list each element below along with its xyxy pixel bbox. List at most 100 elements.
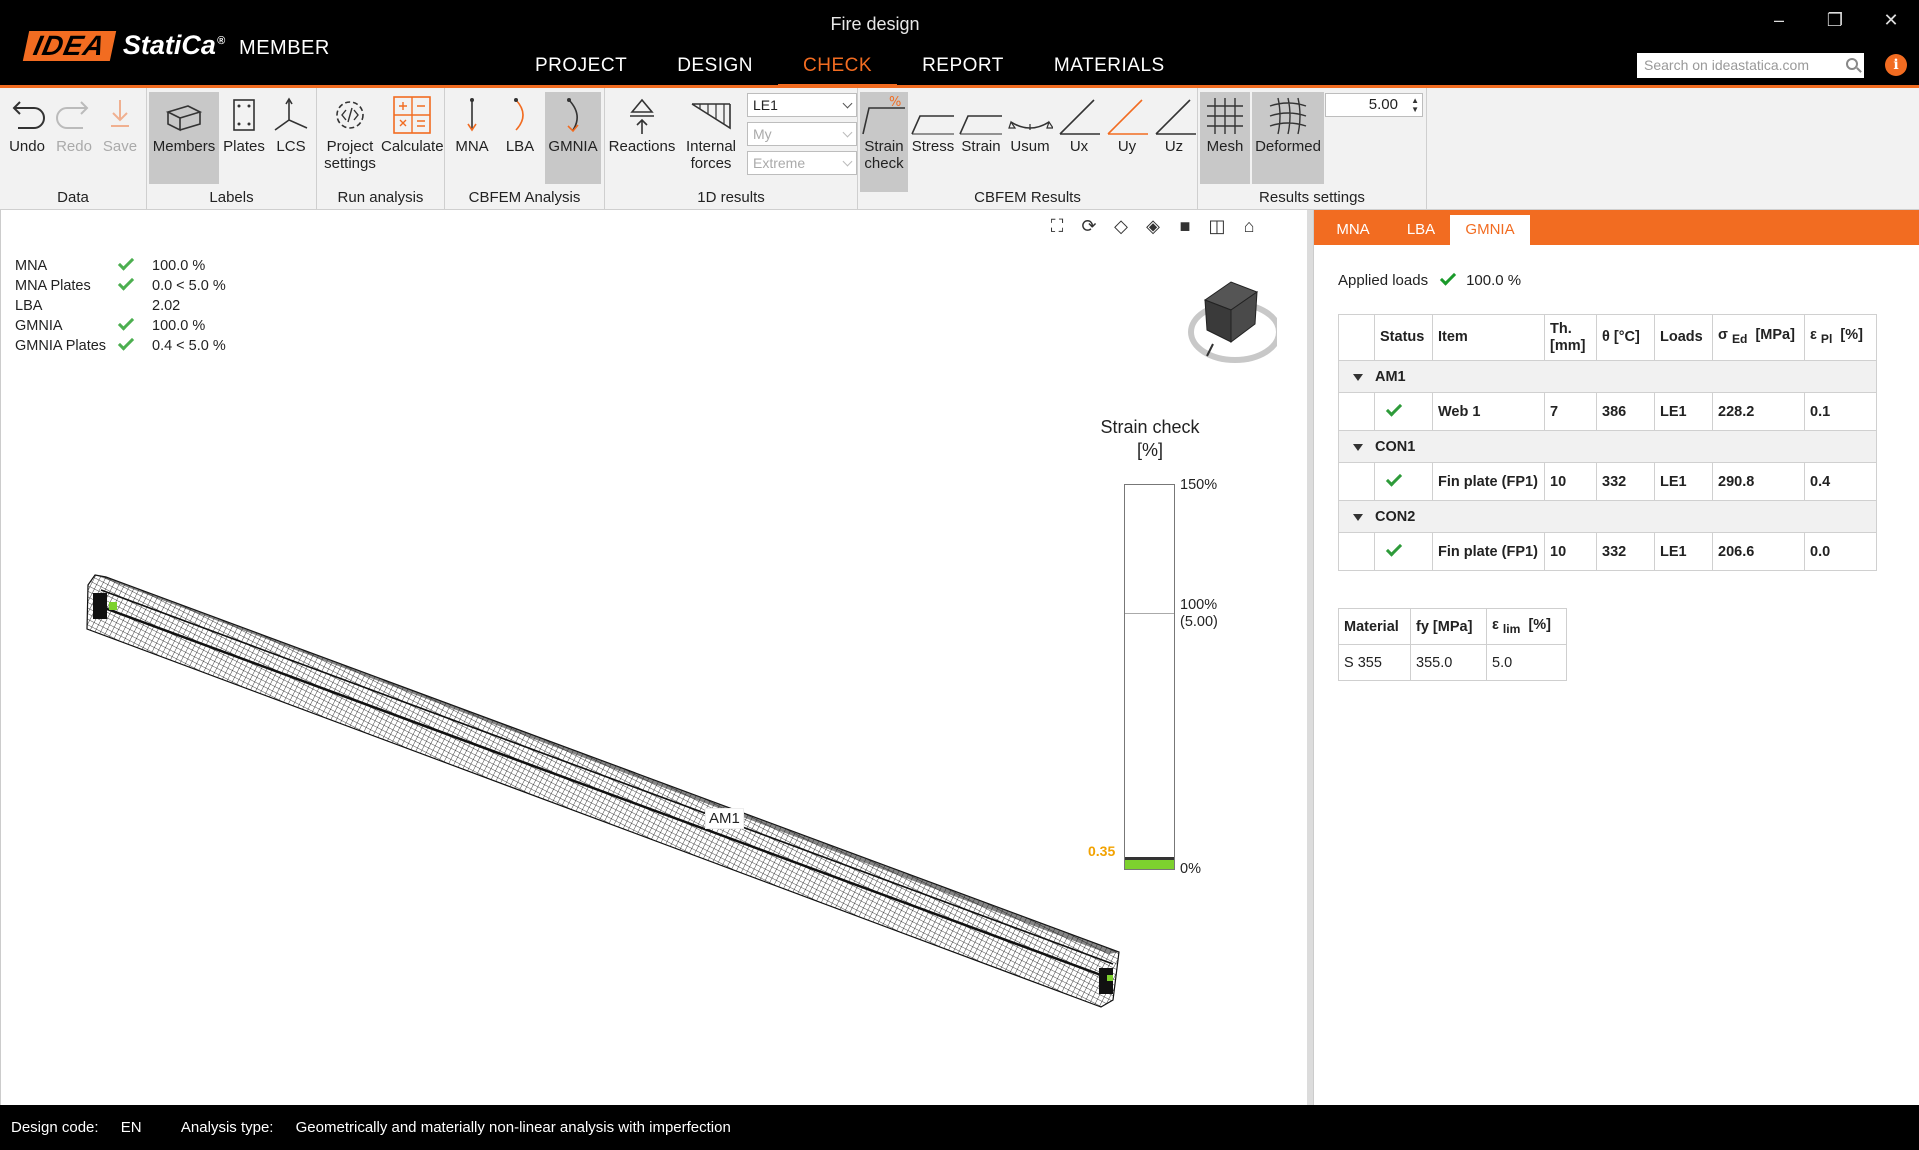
- gmnia-icon: [567, 98, 579, 133]
- rotate-view-icon[interactable]: ⟳: [1076, 216, 1102, 238]
- undo-button[interactable]: Undo: [4, 92, 50, 184]
- summary-row: GMNIA 100.0 %: [15, 314, 226, 336]
- extreme-select[interactable]: Extreme: [747, 151, 857, 175]
- spinner-arrows-icon[interactable]: ▲ ▼: [1411, 96, 1419, 114]
- usum-button[interactable]: Usum: [1006, 92, 1054, 184]
- table-header: Status Item Th. [mm] θ [°C] Loads σ Ed [M…: [1338, 314, 1877, 361]
- load-case-select[interactable]: LE1: [747, 93, 857, 117]
- applied-loads: Applied loads 100.0 %: [1338, 269, 1521, 289]
- ux-icon: [1059, 99, 1100, 135]
- reactions-button[interactable]: Reactions: [607, 92, 677, 184]
- close-button[interactable]: ✕: [1863, 10, 1919, 31]
- group-labels: Members Plates LCS Labels: [147, 88, 317, 210]
- strain-button[interactable]: Strain: [958, 92, 1004, 184]
- section-view-icon[interactable]: ◫: [1204, 216, 1230, 238]
- force-select[interactable]: My: [747, 122, 857, 146]
- legend-color-bar: [1124, 484, 1175, 870]
- group-run-analysis: Project settings Calculate Run analysis: [317, 88, 445, 210]
- group-label-cbfem: CBFEM Analysis: [468, 189, 581, 206]
- uy-icon: [1107, 99, 1148, 135]
- table-row[interactable]: Fin plate (FP1) 10 332 LE1 290.8 0.4: [1338, 462, 1877, 501]
- legend-current-fill: [1125, 857, 1174, 869]
- viewport-toolbar: ⛶ ⟳ ◇ ◈ ■ ◫ ⌂: [1044, 216, 1262, 238]
- lcs-button[interactable]: LCS: [269, 92, 313, 184]
- table-row[interactable]: Web 1 7 386 LE1 228.2 0.1: [1338, 392, 1877, 431]
- material-table: Material fy [MPa] ε lim [%] S 355 355.0 …: [1338, 608, 1567, 681]
- analysis-summary: MNA 100.0 % MNA Plates 0.0 < 5.0 % LBA 2.02…: [15, 254, 226, 356]
- ux-button[interactable]: Ux: [1056, 92, 1102, 184]
- menu-report[interactable]: REPORT: [897, 52, 1029, 88]
- mesh-button[interactable]: Mesh: [1200, 92, 1250, 184]
- check-icon: [117, 254, 135, 271]
- group-label-1d: 1D results: [697, 189, 765, 206]
- chevron-down-icon: [842, 98, 853, 109]
- menu-design[interactable]: DESIGN: [652, 52, 778, 88]
- menu-project[interactable]: PROJECT: [510, 52, 652, 88]
- transparent-view-icon[interactable]: ◈: [1140, 216, 1166, 238]
- home-view-icon[interactable]: ⌂: [1236, 216, 1262, 238]
- member-label[interactable]: AM1: [705, 808, 744, 829]
- save-button[interactable]: Save: [98, 92, 142, 184]
- table-row[interactable]: S 355 355.0 5.0: [1338, 644, 1567, 681]
- group-label-results-settings: Results settings: [1259, 189, 1365, 206]
- solid-view-icon[interactable]: ■: [1172, 216, 1198, 238]
- status-bar: Design code: EN Analysis type: Geometric…: [0, 1105, 1919, 1150]
- internal-forces-button[interactable]: Internal forces: [679, 92, 743, 192]
- mna-button[interactable]: MNA: [449, 92, 495, 184]
- uz-button[interactable]: Uz: [1152, 92, 1196, 184]
- group-cbfem-results: % Strain check Stress Strain Usum Ux Uy …: [858, 88, 1198, 210]
- undo-icon: [12, 101, 45, 129]
- group-data: Undo Redo Save Data: [0, 88, 147, 210]
- svg-text:%: %: [889, 95, 901, 110]
- legend-tick-mid-value: (5.00): [1180, 614, 1218, 630]
- calculator-icon: [393, 96, 431, 134]
- tab-lba[interactable]: LBA: [1392, 215, 1450, 245]
- restore-button[interactable]: ❐: [1807, 10, 1863, 31]
- mesh-icon: [1207, 98, 1243, 134]
- table-group-row[interactable]: CON1: [1338, 430, 1877, 463]
- ribbon: Undo Redo Save Data Members Plates LCS L…: [0, 88, 1919, 210]
- collapse-triangle-icon[interactable]: [1353, 373, 1363, 381]
- tab-mna[interactable]: MNA: [1314, 215, 1392, 245]
- title-bar: IDEA StatiCa® MEMBER Fire design – ❐ ✕ P…: [0, 0, 1919, 88]
- check-icon: [117, 274, 135, 291]
- gmnia-button[interactable]: GMNIA: [545, 92, 601, 184]
- search-icon[interactable]: [1846, 58, 1858, 70]
- wireframe-view-icon[interactable]: ◇: [1108, 216, 1134, 238]
- redo-icon: [56, 101, 89, 129]
- minimize-button[interactable]: –: [1751, 10, 1807, 31]
- internal-forces-icon: [691, 103, 731, 130]
- view-cube[interactable]: [1185, 270, 1277, 370]
- menu-materials[interactable]: MATERIALS: [1029, 52, 1190, 88]
- strain-check-icon: %: [862, 95, 905, 135]
- deformation-scale-input[interactable]: 5.00 ▲ ▼: [1325, 93, 1423, 117]
- deformed-icon: [1269, 97, 1307, 135]
- members-button[interactable]: Members: [149, 92, 219, 184]
- collapse-triangle-icon[interactable]: [1353, 513, 1363, 521]
- stress-button[interactable]: Stress: [910, 92, 956, 184]
- calculate-button[interactable]: Calculate: [381, 92, 444, 184]
- menu-check[interactable]: CHECK: [778, 52, 898, 88]
- check-icon: [1439, 269, 1457, 286]
- summary-row: LBA 2.02: [15, 298, 181, 314]
- deformed-button[interactable]: Deformed: [1252, 92, 1324, 184]
- group-1d-results: Reactions Internal forces LE1 My Extreme…: [605, 88, 858, 210]
- collapse-triangle-icon[interactable]: [1353, 443, 1363, 451]
- plates-button[interactable]: Plates: [221, 92, 267, 184]
- main-menu: PROJECT DESIGN CHECK REPORT MATERIALS: [510, 52, 1190, 88]
- table-row[interactable]: Fin plate (FP1) 10 332 LE1 206.6 0.0: [1338, 532, 1877, 571]
- fullscreen-icon[interactable]: ⛶: [1044, 216, 1070, 238]
- lba-button[interactable]: LBA: [497, 92, 543, 184]
- legend-tick-top: 150%: [1180, 477, 1218, 493]
- redo-button[interactable]: Redo: [52, 92, 96, 184]
- results-table: Status Item Th. [mm] θ [°C] Loads σ Ed [M…: [1338, 314, 1877, 571]
- uy-button[interactable]: Uy: [1104, 92, 1150, 184]
- analysis-type-status: Analysis type: Geometrically and materia…: [180, 1119, 731, 1136]
- search-input[interactable]: Search on ideastatica.com: [1637, 53, 1864, 78]
- project-settings-button[interactable]: Project settings: [321, 92, 379, 192]
- table-group-row[interactable]: AM1: [1338, 360, 1877, 393]
- tab-gmnia[interactable]: GMNIA: [1450, 215, 1530, 245]
- info-icon[interactable]: i: [1885, 54, 1907, 76]
- strain-check-button[interactable]: % Strain check: [860, 92, 908, 192]
- table-group-row[interactable]: CON2: [1338, 500, 1877, 533]
